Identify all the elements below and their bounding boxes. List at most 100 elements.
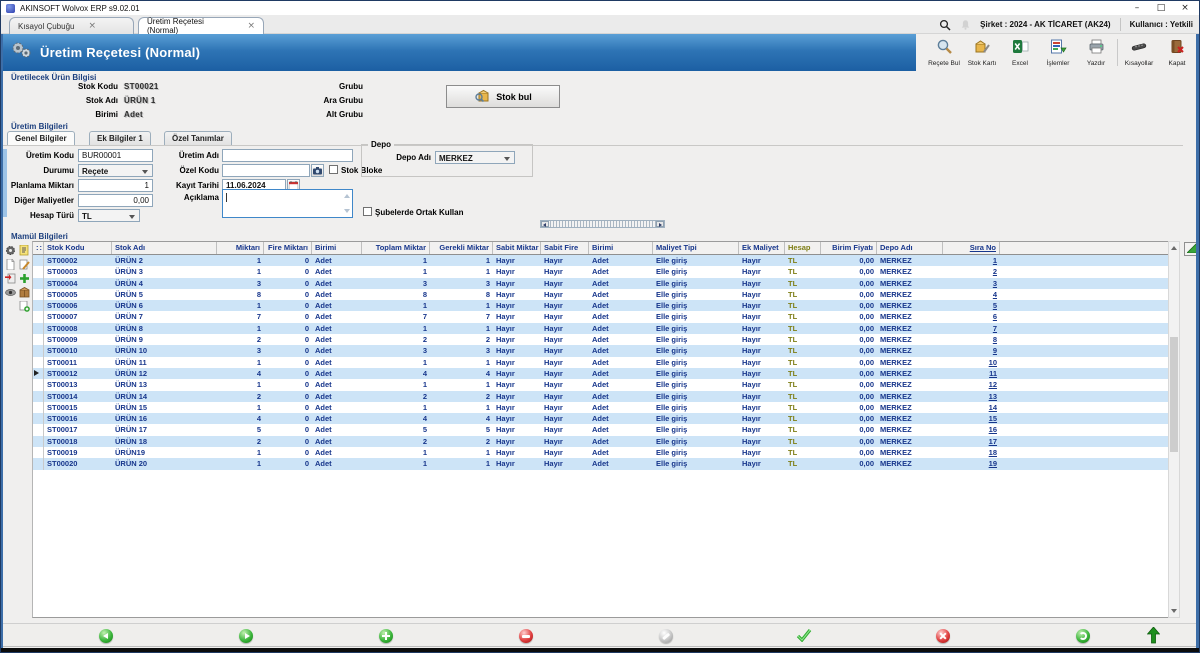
table-row[interactable]: ST00005ÜRÜN 580Adet88HayırHayırAdetElle … (33, 289, 1168, 300)
go-top-button[interactable] (1147, 627, 1160, 649)
column-header-ek_maliyet[interactable]: Ek Maliyet (739, 242, 785, 254)
column-header-sira_no[interactable]: Sıra No (943, 242, 1000, 254)
copy-note-icon[interactable] (18, 244, 30, 256)
stok-karti-button[interactable]: Stok Kartı (963, 35, 1001, 70)
cancel-button[interactable] (936, 629, 950, 643)
column-header-stok_adi[interactable]: Stok Adı (112, 242, 217, 254)
tab-close-icon[interactable]: × (88, 21, 96, 31)
table-row[interactable]: ST00012ÜRÜN 1240Adet44HayırHayırAdetElle… (33, 368, 1168, 379)
kapat-button[interactable]: Kapat (1158, 35, 1196, 70)
excel-button[interactable]: Excel (1001, 35, 1039, 70)
add-record-button[interactable] (379, 629, 393, 643)
column-header-stok_kodu[interactable]: Stok Kodu (44, 242, 112, 254)
stok-bloke-checkbox[interactable] (329, 165, 338, 174)
import-document-icon[interactable] (4, 272, 16, 284)
column-header-sabit_fire[interactable]: Sabit Fire (541, 242, 589, 254)
delete-record-button[interactable] (519, 629, 533, 643)
table-row[interactable]: ST00006ÜRÜN 610Adet11HayırHayırAdetElle … (33, 300, 1168, 311)
column-header-maliyet_tipi[interactable]: Maliyet Tipi (653, 242, 739, 254)
scrollbar-thumb[interactable] (1170, 337, 1178, 452)
tab-genel-bilgiler[interactable]: Genel Bilgiler (7, 131, 75, 145)
tab-ozel-tanimlar[interactable]: Özel Tanımlar (164, 131, 232, 145)
cell-gerekli_miktar: 5 (430, 424, 493, 435)
ozel-kodu-lookup-button[interactable] (311, 164, 324, 177)
column-header-depo_adi[interactable]: Depo Adı (877, 242, 943, 254)
table-row[interactable]: ST00016ÜRÜN 1640Adet44HayırHayırAdetElle… (33, 413, 1168, 424)
scroll-left-icon[interactable] (541, 221, 549, 227)
kisayollar-button[interactable]: Kısayollar (1120, 35, 1158, 70)
table-row[interactable]: ST00014ÜRÜN 1420Adet22HayırHayırAdetElle… (33, 391, 1168, 402)
table-row[interactable]: ST00017ÜRÜN 1750Adet55HayırHayırAdetElle… (33, 424, 1168, 435)
cell-hesap: TL (785, 391, 821, 402)
table-row[interactable]: ST00007ÜRÜN 770Adet77HayırHayırAdetElle … (33, 311, 1168, 322)
scroll-down-icon[interactable] (1169, 605, 1179, 617)
stok-kodu-value: ST00021 (124, 82, 159, 91)
operations-icon (1050, 39, 1067, 59)
tab-ek-bilgiler-1[interactable]: Ek Bilgiler 1 (89, 131, 151, 145)
new-document-icon[interactable] (4, 258, 16, 270)
column-header-hesap[interactable]: Hesap (785, 242, 821, 254)
table-row[interactable]: ST00011ÜRÜN 1110Adet11HayırHayırAdetElle… (33, 357, 1168, 368)
cell-sabit_miktar: Hayır (493, 334, 541, 345)
header-filler (1000, 242, 1168, 254)
tab-kisayol-cubugu[interactable]: Kısayol Çubuğu × (9, 17, 134, 34)
search-icon[interactable] (939, 19, 951, 31)
hesap-turu-select[interactable]: TL (78, 209, 140, 222)
ozel-kodu-input[interactable] (222, 164, 310, 177)
table-row[interactable]: ST00004ÜRÜN 430Adet33HayırHayırAdetElle … (33, 278, 1168, 289)
minimize-button[interactable]: – (1125, 1, 1149, 15)
refresh-button[interactable] (1076, 629, 1090, 643)
previous-record-button[interactable] (99, 629, 113, 643)
preview-eye-icon[interactable] (4, 286, 16, 298)
column-header-birimi2[interactable]: Birimi (589, 242, 653, 254)
table-row[interactable]: ST00013ÜRÜN 1310Adet11HayırHayırAdetElle… (33, 379, 1168, 390)
scroll-up-icon[interactable] (1169, 242, 1179, 254)
column-header-gerekli_miktar[interactable]: Gerekli Miktar (430, 242, 493, 254)
column-header-sabit_miktar[interactable]: Sabit Miktar (493, 242, 541, 254)
subelerde-ortak-kullan-checkbox[interactable] (363, 207, 372, 216)
settings-gear-icon[interactable] (4, 244, 16, 256)
grid-side-toolbar (4, 244, 31, 312)
edit-document-icon[interactable] (18, 258, 30, 270)
confirm-button[interactable] (796, 628, 812, 647)
edit-record-button[interactable] (659, 629, 673, 643)
table-row[interactable]: ST00008ÜRÜN 810Adet11HayırHayırAdetElle … (33, 323, 1168, 334)
next-record-button[interactable] (239, 629, 253, 643)
stok-bul-button[interactable]: Stok bul (446, 85, 560, 108)
add-plus-icon[interactable] (18, 272, 30, 284)
toolbar-separator (1117, 39, 1118, 66)
table-row[interactable]: ST00010ÜRÜN 1030Adet33HayırHayırAdetElle… (33, 345, 1168, 356)
tab-close-icon[interactable]: × (247, 21, 255, 31)
column-header-birimi[interactable]: Birimi (312, 242, 362, 254)
table-row[interactable]: ST00018ÜRÜN 1820Adet22HayırHayırAdetElle… (33, 436, 1168, 447)
aciklama-textarea[interactable] (222, 189, 353, 218)
cell-miktari: 1 (217, 379, 264, 390)
package-icon[interactable] (18, 286, 30, 298)
grid-vertical-scrollbar[interactable] (1168, 241, 1180, 618)
uretim-adi-input[interactable] (222, 149, 353, 162)
table-row[interactable]: ST00003ÜRÜN 310Adet11HayırHayırAdetElle … (33, 266, 1168, 277)
islemler-button[interactable]: İşlemler (1039, 35, 1077, 70)
close-book-icon (1169, 39, 1186, 59)
scroll-right-icon[interactable] (656, 221, 664, 227)
recete-bul-button[interactable]: Reçete Bul (925, 35, 963, 70)
column-header-fire_miktari[interactable]: Fire Miktarı (264, 242, 312, 254)
cell-sira_no: 1 (943, 255, 1000, 266)
table-row[interactable]: ST00002ÜRÜN 210Adet11HayırHayırAdetElle … (33, 255, 1168, 266)
depo-adi-select[interactable]: MERKEZ (435, 151, 515, 164)
cell-hesap: TL (785, 255, 821, 266)
notification-bell-icon[interactable] (960, 19, 971, 31)
form-horizontal-scrollbar[interactable] (540, 220, 665, 228)
column-header-miktari[interactable]: Miktarı (217, 242, 264, 254)
close-button[interactable]: × (1173, 1, 1197, 15)
table-row[interactable]: ST00009ÜRÜN 920Adet22HayırHayırAdetElle … (33, 334, 1168, 345)
table-row[interactable]: ST00020ÜRÜN 2010Adet11HayırHayırAdetElle… (33, 458, 1168, 469)
table-row[interactable]: ST00019ÜRÜN1910Adet11HayırHayırAdetElle … (33, 447, 1168, 458)
column-header-birim_fiyati[interactable]: Birim Fiyatı (821, 242, 877, 254)
table-row[interactable]: ST00015ÜRÜN 1510Adet11HayırHayırAdetElle… (33, 402, 1168, 413)
column-header-toplam_miktar[interactable]: Toplam Miktar (362, 242, 430, 254)
add-document-icon[interactable] (18, 300, 30, 312)
yazdir-button[interactable]: Yazdır (1077, 35, 1115, 70)
tab-uretim-recetesi[interactable]: Üretim Reçetesi (Normal) × (138, 17, 264, 34)
maximize-button[interactable]: □ (1149, 1, 1173, 15)
